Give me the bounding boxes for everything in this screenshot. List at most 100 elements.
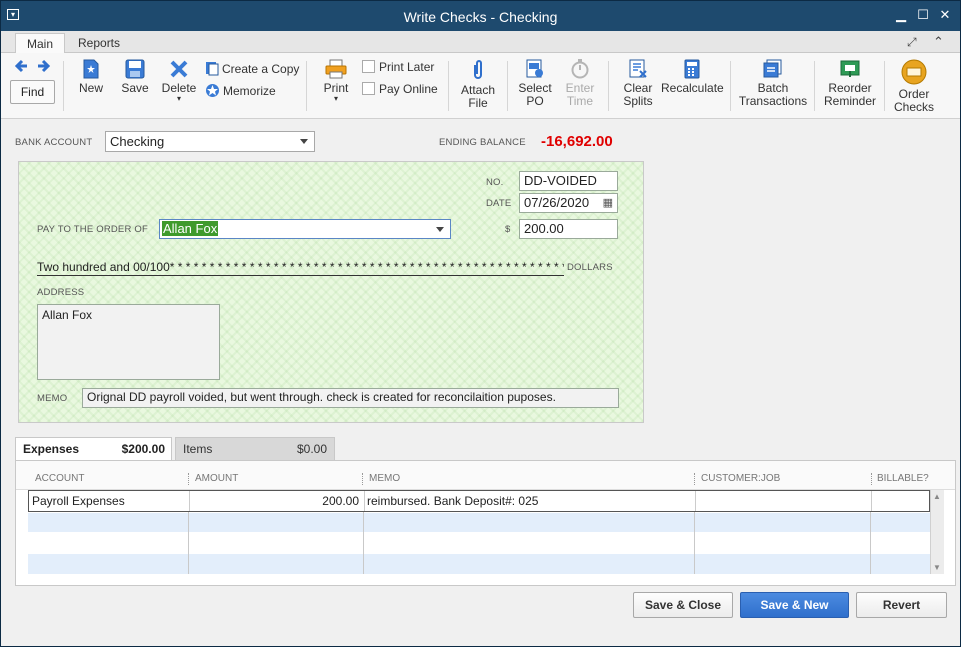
copy-icon <box>206 62 219 76</box>
ribbon-tabs: Main Reports ⤢ ⌃ <box>1 31 960 54</box>
check-number-label: NO. <box>486 177 504 188</box>
tab-items[interactable]: Items $0.00 <box>175 437 335 460</box>
pay-online-checkbox[interactable] <box>362 82 375 95</box>
toolbar: Find New Save Delete ▾ Create a Copy Mem… <box>1 53 960 119</box>
check-number-field[interactable]: DD-VOIDED <box>519 171 618 191</box>
row-amount[interactable]: 200.00 <box>189 494 359 508</box>
calendar-icon[interactable]: ▦ <box>603 196 613 209</box>
save-new-button[interactable]: Save & New <box>740 592 849 618</box>
ending-balance-label: ENDING BALANCE <box>439 137 526 148</box>
amount-in-words: Two hundred and 00/100* * * * * * * * * … <box>37 260 564 276</box>
column-divider <box>188 473 189 485</box>
printer-icon <box>325 59 347 79</box>
column-header-billable[interactable]: BILLABLE? <box>877 473 929 484</box>
stopwatch-icon <box>571 59 589 79</box>
close-icon[interactable]: ✕ <box>938 8 952 22</box>
expenses-grid: ACCOUNT AMOUNT MEMO CUSTOMER:JOB BILLABL… <box>15 460 956 586</box>
cell-divider <box>364 491 365 511</box>
toolbar-separator <box>814 61 815 111</box>
column-divider <box>871 473 872 485</box>
print-later-checkbox[interactable] <box>362 60 375 73</box>
attach-file-button[interactable]: Attach File <box>457 59 499 110</box>
window-title: Write Checks - Checking <box>403 9 558 25</box>
toolbar-separator <box>63 61 64 111</box>
column-header-memo[interactable]: MEMO <box>369 473 400 484</box>
grid-header: ACCOUNT AMOUNT MEMO CUSTOMER:JOB BILLABL… <box>16 461 955 490</box>
grid-scrollbar[interactable]: ▲ ▼ <box>930 490 944 574</box>
tab-reports[interactable]: Reports <box>67 33 131 54</box>
cell-divider <box>695 491 696 511</box>
row-account[interactable]: Payroll Expenses <box>32 494 125 508</box>
expand-icon[interactable]: ⤢ <box>907 35 917 50</box>
select-po-button[interactable]: Select PO <box>514 59 556 108</box>
cell-divider <box>871 491 872 511</box>
column-divider <box>362 473 363 485</box>
check-form: NO. DD-VOIDED DATE 07/26/2020 ▦ PAY TO T… <box>18 161 644 423</box>
tab-main[interactable]: Main <box>15 33 66 54</box>
column-divider <box>188 512 189 574</box>
clear-splits-button[interactable]: Clear Splits <box>617 59 659 108</box>
memo-field[interactable]: Orignal DD payroll voided, but went thro… <box>82 388 619 408</box>
delete-x-icon <box>170 60 188 78</box>
tab-expenses[interactable]: Expenses $200.00 <box>15 437 172 460</box>
column-divider <box>694 512 695 574</box>
collapse-ribbon-icon[interactable]: ⌃ <box>933 34 944 50</box>
table-row[interactable]: Payroll Expenses 200.00 reimbursed. Bank… <box>28 490 930 512</box>
address-field[interactable]: Allan Fox <box>37 304 220 380</box>
save-button[interactable]: Save <box>117 59 153 95</box>
maximize-icon[interactable]: ☐ <box>916 8 930 22</box>
date-field[interactable]: 07/26/2020 ▦ <box>519 193 618 213</box>
revert-button[interactable]: Revert <box>856 592 947 618</box>
row-memo[interactable]: reimbursed. Bank Deposit#: 025 <box>367 494 538 508</box>
scroll-up-icon[interactable]: ▲ <box>933 492 941 501</box>
reorder-icon <box>840 60 860 77</box>
batch-icon <box>763 59 782 78</box>
order-checks-button[interactable]: Order Checks <box>889 59 939 114</box>
clear-splits-icon <box>629 59 647 78</box>
minimize-icon[interactable]: ▁ <box>894 8 908 22</box>
scroll-down-icon[interactable]: ▼ <box>933 563 941 572</box>
column-header-amount[interactable]: AMOUNT <box>195 473 238 484</box>
table-row-empty[interactable] <box>28 513 930 533</box>
recalculate-button[interactable]: Recalculate <box>661 59 724 95</box>
paperclip-icon <box>474 60 482 79</box>
calculator-icon <box>684 59 700 79</box>
memorize-icon <box>206 84 219 97</box>
toolbar-separator <box>448 61 449 111</box>
find-button[interactable]: Find <box>10 80 55 104</box>
pay-online-label: Pay Online <box>379 82 438 96</box>
memo-label: MEMO <box>37 393 68 404</box>
column-header-customer-job[interactable]: CUSTOMER:JOB <box>701 473 780 484</box>
table-row-empty[interactable] <box>28 554 930 574</box>
address-label: ADDRESS <box>37 287 85 298</box>
dollars-label: DOLLARS <box>567 262 613 273</box>
create-copy-button[interactable]: Create a Copy <box>205 61 299 76</box>
back-arrow-icon[interactable] <box>14 59 29 76</box>
save-close-button[interactable]: Save & Close <box>633 592 733 618</box>
print-button[interactable]: Print ▾ <box>319 59 353 103</box>
reorder-reminder-button[interactable]: Reorder Reminder <box>821 59 879 108</box>
memorize-button[interactable]: Memorize <box>205 83 276 98</box>
pay-to-label: PAY TO THE ORDER OF <box>37 224 148 235</box>
bank-account-select[interactable]: Checking <box>105 131 315 152</box>
table-row-empty[interactable] <box>28 533 930 554</box>
toolbar-separator <box>884 61 885 111</box>
enter-time-button[interactable]: Enter Time <box>559 59 601 108</box>
batch-transactions-button[interactable]: Batch Transactions <box>737 59 809 108</box>
title-bar: ▾ Write Checks - Checking ▁ ☐ ✕ <box>1 1 960 31</box>
ending-balance-value: -16,692.00 <box>541 133 613 150</box>
order-checks-icon <box>901 59 927 85</box>
chevron-down-icon <box>436 227 444 232</box>
delete-button[interactable]: Delete ▾ <box>161 59 197 103</box>
amount-field[interactable]: 200.00 <box>519 219 618 239</box>
column-header-account[interactable]: ACCOUNT <box>35 473 84 484</box>
payee-select[interactable]: Allan Fox <box>159 219 451 239</box>
write-checks-window: ▾ Write Checks - Checking ▁ ☐ ✕ Main Rep… <box>0 0 961 647</box>
purchase-order-icon <box>526 59 543 78</box>
column-divider <box>870 512 871 574</box>
dollar-sign: $ <box>505 224 511 235</box>
toolbar-separator <box>608 61 609 111</box>
date-label: DATE <box>486 198 512 209</box>
new-button[interactable]: New <box>73 59 109 95</box>
forward-arrow-icon[interactable] <box>36 59 51 76</box>
